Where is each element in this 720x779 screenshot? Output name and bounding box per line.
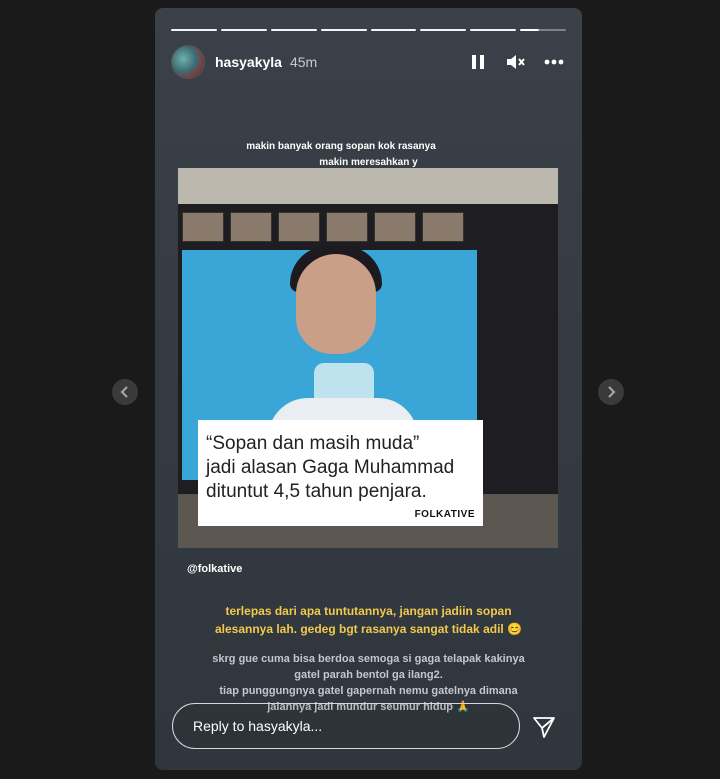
quote-line: jadi alasan Gaga Muhammad	[206, 457, 455, 478]
video-thumbnail	[374, 212, 416, 242]
mute-button[interactable]	[504, 50, 528, 74]
more-icon	[544, 59, 564, 65]
reply-placeholder: Reply to hasyakyla...	[193, 718, 323, 734]
progress-segment	[220, 29, 267, 31]
quote-card: “Sopan dan masih muda” jadi alasan Gaga …	[198, 420, 483, 526]
progress-segment	[470, 29, 517, 31]
progress-segment	[270, 29, 317, 31]
progress-segment-current	[520, 29, 566, 31]
story-header: hasyakyla 45m	[171, 45, 566, 79]
progress-segment	[171, 29, 217, 31]
previous-story-button[interactable]	[112, 379, 138, 405]
story-viewer[interactable]: hasyakyla 45m makin banyak orang sopan k…	[155, 8, 582, 770]
more-options-button[interactable]	[542, 50, 566, 74]
send-icon	[533, 717, 555, 738]
reply-input[interactable]: Reply to hasyakyla...	[172, 703, 520, 749]
story-top-caption: makin banyak orang sopan kok rasanya mak…	[155, 139, 582, 171]
story-controls	[466, 50, 566, 74]
caption-line: makin banyak orang sopan kok rasanya	[246, 141, 436, 152]
video-call-thumbnails	[182, 212, 464, 242]
avatar[interactable]	[171, 45, 205, 79]
yellow-line: alesannya lah. gedeg bgt rasanya sangat …	[214, 622, 523, 636]
progress-segment	[320, 29, 367, 31]
send-button[interactable]	[530, 713, 558, 741]
pause-icon	[472, 55, 484, 69]
video-thumbnail	[278, 212, 320, 242]
story-yellow-text: terlepas dari apa tuntutannya, jangan ja…	[155, 602, 582, 638]
quote-line: “Sopan dan masih muda”	[206, 433, 420, 454]
username[interactable]: hasyakyla	[215, 54, 282, 70]
grey-line: skrg gue cuma bisa berdoa semoga si gaga…	[212, 653, 525, 665]
mute-icon	[507, 55, 525, 69]
progress-segment	[420, 29, 467, 31]
grey-line: gatel parah bentol ga ilang2.	[294, 669, 443, 681]
progress-segment	[370, 29, 417, 31]
chevron-left-icon	[120, 386, 128, 398]
brand-logo: FOLKATIVE	[414, 509, 475, 520]
chevron-right-icon	[608, 386, 616, 398]
video-thumbnail	[326, 212, 368, 242]
grey-line: tiap punggungnya gatel gapernah nemu gat…	[219, 685, 518, 697]
photo-wall	[178, 168, 558, 208]
next-story-button[interactable]	[598, 379, 624, 405]
video-thumbnail	[230, 212, 272, 242]
story-progress	[171, 29, 566, 31]
mention-sticker[interactable]: @folkative	[187, 563, 242, 575]
video-thumbnail	[182, 212, 224, 242]
yellow-line: terlepas dari apa tuntutannya, jangan ja…	[225, 604, 512, 618]
quote-text: “Sopan dan masih muda” jadi alasan Gaga …	[206, 432, 454, 504]
video-thumbnail	[422, 212, 464, 242]
quote-line: dituntut 4,5 tahun penjara.	[206, 481, 427, 502]
person-face	[296, 254, 376, 354]
post-time: 45m	[289, 54, 318, 70]
pause-button[interactable]	[466, 50, 490, 74]
